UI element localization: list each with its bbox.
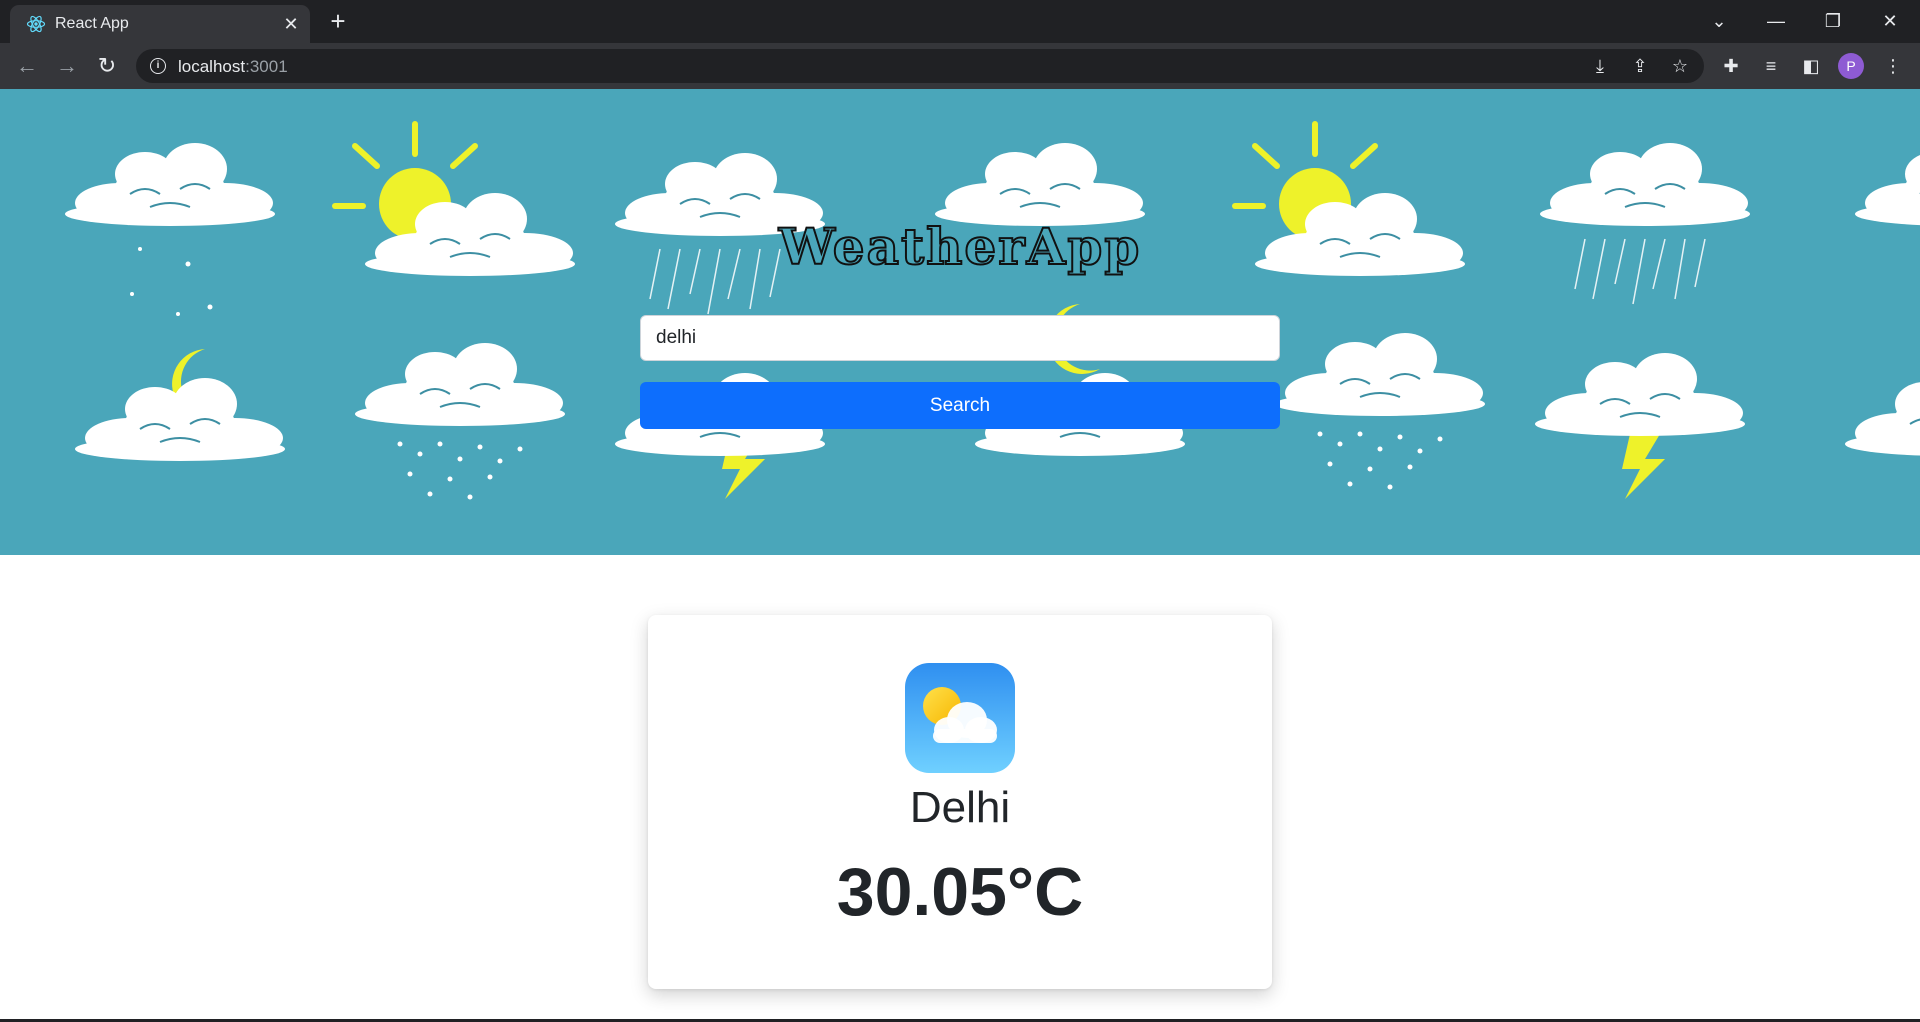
side-panel-icon[interactable]: ◧ xyxy=(1798,53,1824,79)
minimize-icon[interactable]: — xyxy=(1756,6,1796,36)
menu-kebab-icon[interactable]: ⋮ xyxy=(1880,53,1906,79)
share-icon[interactable]: ⇪ xyxy=(1628,54,1652,78)
browser-tab[interactable]: React App ✕ xyxy=(10,5,310,43)
tab-search-icon[interactable]: ⌄ xyxy=(1699,6,1739,36)
city-search-input[interactable] xyxy=(640,315,1280,361)
new-tab-icon[interactable]: + xyxy=(324,8,352,36)
weather-banner: WeatherApp Search xyxy=(0,89,1920,555)
weather-result-card: Delhi 30.05°C xyxy=(648,615,1272,989)
page-content: WeatherApp Search Delhi 30.05° xyxy=(0,89,1920,1022)
tab-title: React App xyxy=(55,15,129,32)
media-control-icon[interactable]: ≡ xyxy=(1758,53,1784,79)
close-window-icon[interactable]: ✕ xyxy=(1870,6,1910,36)
city-name: Delhi xyxy=(909,783,1011,832)
partly-cloudy-icon xyxy=(905,663,1015,773)
close-tab-icon[interactable]: ✕ xyxy=(280,13,302,35)
extensions-icon[interactable]: ✚ xyxy=(1718,53,1744,79)
url-text: localhost:3001 xyxy=(178,57,288,76)
browser-tab-bar: React App ✕ + ⌄ — ❐ ✕ xyxy=(0,0,1920,43)
react-logo-icon xyxy=(26,15,46,33)
forward-icon[interactable]: → xyxy=(52,51,82,81)
site-info-icon[interactable]: i xyxy=(150,58,166,74)
reload-icon[interactable]: ↻ xyxy=(92,51,122,81)
profile-avatar[interactable]: P xyxy=(1838,53,1864,79)
app-title: WeatherApp xyxy=(778,216,1142,277)
address-bar[interactable]: i localhost:3001 ⤓ ⇪ ☆ xyxy=(136,49,1704,83)
browser-toolbar: ← → ↻ i localhost:3001 ⤓ ⇪ ☆ ✚ ≡ ◧ P ⋮ xyxy=(0,43,1920,89)
restore-icon[interactable]: ❐ xyxy=(1813,6,1853,36)
install-app-icon[interactable]: ⤓ xyxy=(1588,54,1612,78)
search-button[interactable]: Search xyxy=(640,382,1280,429)
back-icon[interactable]: ← xyxy=(12,51,42,81)
bookmark-star-icon[interactable]: ☆ xyxy=(1668,54,1692,78)
temperature-value: 30.05°C xyxy=(836,854,1084,930)
